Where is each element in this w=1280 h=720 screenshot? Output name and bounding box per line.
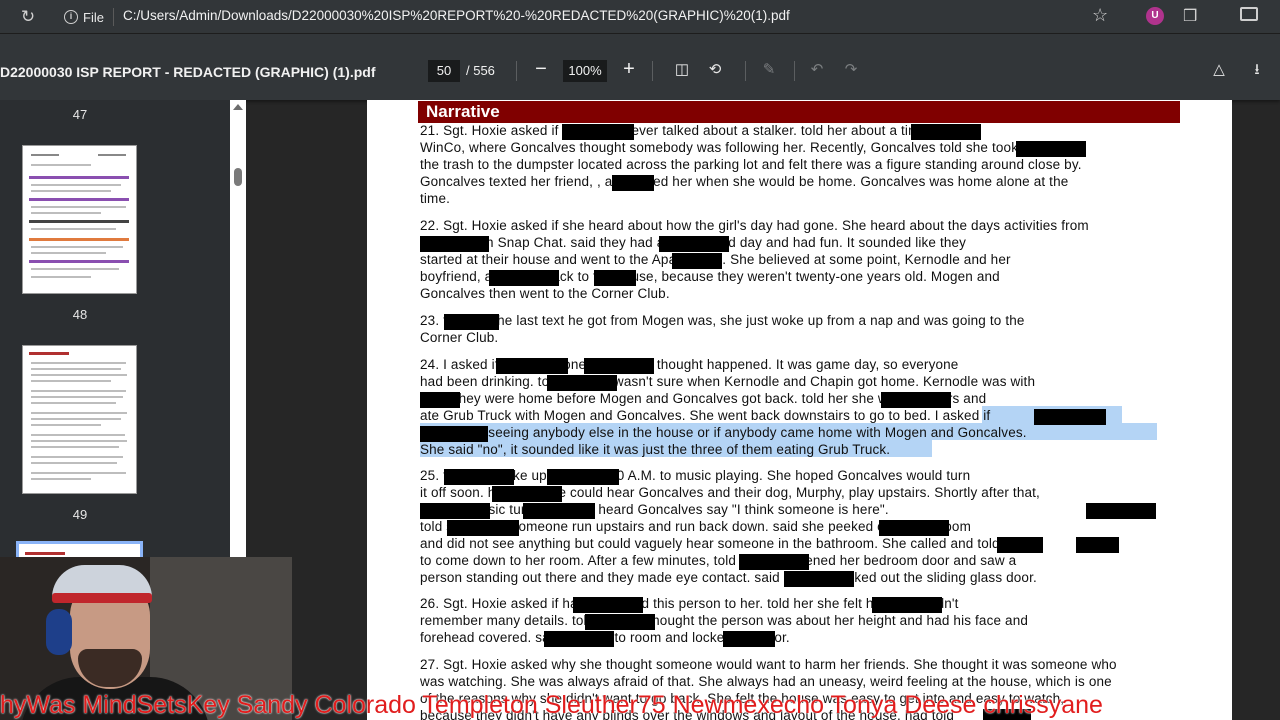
document-line: 21. Sgt. Hoxie asked if Goncalves ever t… — [420, 123, 943, 138]
document-line: and did not see anything but could vague… — [420, 536, 1024, 551]
redaction-box — [489, 270, 559, 286]
redaction-box — [585, 614, 655, 630]
browser-address-bar: ↻ i File C:/Users/Admin/Downloads/D22000… — [0, 0, 1280, 34]
redaction-box — [547, 469, 619, 485]
pdf-page: Narrative 21. Sgt. Hoxie asked if Goncal… — [367, 100, 1232, 720]
redaction-box — [1076, 537, 1119, 553]
redaction-box — [784, 571, 854, 587]
document-line: time. — [420, 191, 451, 206]
page-thumbnail[interactable] — [22, 145, 137, 294]
document-line: person standing out there and they made … — [420, 570, 1037, 585]
page-total: / 556 — [466, 63, 495, 78]
extensions-puzzle-icon[interactable]: ❒ — [1183, 6, 1197, 26]
page-number-input[interactable]: 50 — [428, 60, 460, 82]
redaction-box — [444, 314, 499, 330]
redaction-box — [723, 631, 775, 647]
redo-icon[interactable]: ↷ — [841, 60, 861, 80]
toolbar-divider — [794, 61, 795, 81]
redaction-box — [881, 392, 951, 408]
download-icon[interactable]: ⭳ — [1247, 60, 1267, 80]
pdf-toolbar: D22000030 ISP REPORT - REDACTED (GRAPHIC… — [0, 34, 1280, 100]
narrative-heading: Narrative — [418, 101, 1180, 123]
document-line: 23. told her the last text he got from M… — [420, 313, 1025, 328]
redaction-box — [739, 554, 809, 570]
thumbnail-label: 47 — [72, 107, 88, 122]
redaction-box — [872, 597, 942, 613]
undo-icon[interactable]: ↶ — [807, 60, 827, 80]
document-line: WinCo, where Goncalves thought somebody … — [420, 140, 1042, 155]
redaction-box — [496, 358, 568, 374]
document-line: Goncalves then went to the Corner Club. — [420, 286, 670, 301]
redaction-box — [911, 124, 981, 140]
document-title: D22000030 ISP REPORT - REDACTED (GRAPHIC… — [0, 64, 376, 80]
redaction-box — [997, 537, 1043, 553]
redaction-box — [594, 270, 636, 286]
toolbar-divider — [516, 61, 517, 81]
scheme-label: File — [83, 9, 104, 25]
zoom-level-input[interactable]: 100% — [563, 60, 607, 82]
redaction-box — [584, 358, 654, 374]
address-divider — [113, 8, 114, 26]
document-line: She said "no", it sounded like it was ju… — [420, 442, 891, 457]
redaction-box — [523, 503, 595, 519]
redaction-box — [544, 631, 614, 647]
sidebar-scroll-thumb[interactable] — [234, 168, 242, 186]
zoom-in-button[interactable]: + — [618, 56, 640, 82]
site-info-button[interactable]: i File — [64, 6, 104, 28]
scroll-up-arrow-icon[interactable] — [233, 104, 243, 110]
document-line: had been drinking. told her she wasn't s… — [420, 374, 1036, 389]
annotate-icon[interactable]: ✎ — [759, 60, 779, 80]
toolbar-divider — [652, 61, 653, 81]
cast-icon[interactable] — [1240, 7, 1258, 21]
redaction-box — [492, 486, 562, 502]
document-line: ate Grub Truck with Mogen and Goncalves.… — [420, 408, 991, 423]
chat-ticker: hyWas MindSetsKey Sandy Colorado Templet… — [0, 691, 1103, 719]
document-line: told the music turned off and heard Gonc… — [420, 502, 889, 517]
redaction-box — [420, 503, 490, 519]
info-icon: i — [64, 10, 78, 24]
redaction-box — [420, 236, 489, 252]
page-thumbnail[interactable] — [22, 345, 137, 494]
document-line: to come down to her room. After a few mi… — [420, 553, 1017, 568]
redaction-box — [573, 597, 643, 613]
redaction-box — [612, 175, 654, 191]
document-line: the trash to the dumpster located across… — [420, 157, 1082, 172]
reload-icon[interactable]: ↻ — [18, 7, 38, 27]
redaction-box — [444, 469, 514, 485]
drive-save-icon[interactable]: △ — [1209, 60, 1229, 80]
redaction-box — [562, 124, 634, 140]
document-line: Corner Club. — [420, 330, 499, 345]
redaction-box — [672, 253, 722, 269]
document-line: remember many details. told her she thou… — [420, 613, 1029, 628]
redaction-box — [659, 236, 729, 252]
redaction-box — [447, 520, 519, 536]
document-line: mentioned seeing anybody else in the hou… — [420, 425, 1027, 440]
document-line: 27. Sgt. Hoxie asked why she thought som… — [420, 657, 1117, 672]
headphones-icon — [46, 609, 72, 655]
zoom-out-button[interactable]: − — [530, 56, 552, 82]
redaction-box — [879, 520, 949, 536]
redaction-box — [1016, 141, 1086, 157]
toolbar-divider — [745, 61, 746, 81]
redaction-box — [1034, 409, 1106, 425]
thumbnail-label: 49 — [72, 507, 88, 522]
redaction-box — [420, 426, 488, 442]
thumbnail-label: 48 — [72, 307, 88, 322]
url-text[interactable]: C:/Users/Admin/Downloads/D22000030%20ISP… — [123, 8, 790, 23]
redaction-box — [547, 375, 617, 391]
fit-page-icon[interactable]: ◫ — [672, 60, 692, 80]
document-line: 22. Sgt. Hoxie asked if she heard about … — [420, 218, 1089, 233]
bookmark-star-icon[interactable]: ☆ — [1092, 5, 1108, 26]
document-line: was watching. She was always afraid of t… — [420, 674, 1112, 689]
document-line: Goncalves texted her friend, , and asked… — [420, 174, 1069, 189]
extension-icon[interactable]: U — [1146, 7, 1164, 25]
rotate-icon[interactable]: ⟲ — [705, 60, 725, 80]
redaction-box — [1086, 503, 1156, 519]
redaction-box — [420, 392, 460, 408]
